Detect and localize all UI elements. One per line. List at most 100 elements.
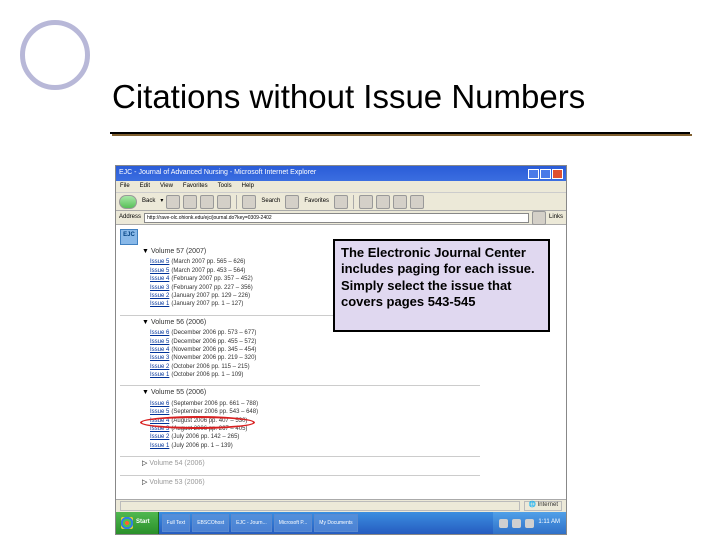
- messenger-button[interactable]: [410, 195, 424, 209]
- taskbar-items: Full Text EBSCOhost EJC - Journ... Micro…: [162, 514, 358, 532]
- menu-favorites[interactable]: Favorites: [183, 183, 208, 190]
- issue-link[interactable]: Issue 3: [150, 355, 169, 361]
- triangle-down-icon: ▼: [142, 248, 149, 255]
- links-label: Links: [549, 214, 563, 221]
- search-icon[interactable]: [242, 195, 256, 209]
- volume-divider: [120, 385, 480, 386]
- decorative-circle: [20, 20, 90, 90]
- issue-link[interactable]: Issue 1: [150, 301, 169, 307]
- forward-button[interactable]: [166, 195, 180, 209]
- issue-link[interactable]: Issue 1: [150, 372, 169, 378]
- status-internet-label: Internet: [538, 502, 558, 509]
- issue-link[interactable]: Issue 3: [150, 285, 169, 291]
- title-rule-shadow: [112, 134, 692, 136]
- home-button[interactable]: [217, 195, 231, 209]
- triangle-right-icon: ▷: [142, 479, 147, 486]
- issue-meta: (December 2006 pp. 573 – 677): [171, 330, 256, 336]
- issue-link[interactable]: Issue 3: [150, 426, 169, 432]
- taskbar-item[interactable]: My Documents: [314, 514, 357, 532]
- issue-meta: (July 2006 pp. 1 – 139): [171, 443, 232, 449]
- tray-icon[interactable]: [525, 519, 534, 528]
- stop-button[interactable]: [183, 195, 197, 209]
- print-button[interactable]: [376, 195, 390, 209]
- system-tray: 1:11 AM: [493, 512, 566, 534]
- issue-meta: (August 2006 pp. 267 – 405): [171, 426, 247, 432]
- issue-link[interactable]: Issue 4: [150, 276, 169, 282]
- slide-title: Citations without Issue Numbers: [112, 78, 585, 116]
- issue-link[interactable]: Issue 5: [150, 339, 169, 345]
- address-bar: Address http://rave-olc.ohionk.edu/ejc/j…: [116, 211, 566, 225]
- issue-meta: (January 2007 pp. 129 – 226): [171, 293, 250, 299]
- tray-icon[interactable]: [512, 519, 521, 528]
- windows-taskbar: Start Full Text EBSCOhost EJC - Journ...…: [116, 512, 566, 534]
- volume-block-54: ▷Volume 54 (2006): [142, 460, 562, 468]
- search-label: Search: [261, 198, 280, 205]
- issue-meta: (October 2006 pp. 115 – 215): [171, 364, 249, 370]
- taskbar-item[interactable]: EBSCOhost: [192, 514, 229, 532]
- issue-link[interactable]: Issue 2: [150, 434, 169, 440]
- history-button[interactable]: [334, 195, 348, 209]
- start-button[interactable]: Start: [116, 512, 159, 534]
- tray-icon[interactable]: [499, 519, 508, 528]
- issue-link[interactable]: Issue 2: [150, 293, 169, 299]
- favorites-icon[interactable]: [285, 195, 299, 209]
- issue-link[interactable]: Issue 6: [150, 401, 169, 407]
- window-buttons: [528, 169, 563, 179]
- issue-link[interactable]: Issue 2: [150, 364, 169, 370]
- browser-titlebar: EJC - Journal of Advanced Nursing - Micr…: [116, 166, 566, 181]
- back-button[interactable]: [119, 195, 137, 209]
- window-title: EJC - Journal of Advanced Nursing - Micr…: [119, 169, 316, 177]
- issue-row: Issue 1(October 2006 pp. 1 – 109): [150, 371, 562, 379]
- issue-link[interactable]: Issue 5: [150, 268, 169, 274]
- issue-row: Issue 3(November 2006 pp. 219 – 320): [150, 354, 562, 362]
- issue-link[interactable]: Issue 5: [150, 409, 169, 415]
- issue-meta: (September 2006 pp. 543 – 648): [171, 409, 258, 415]
- address-input[interactable]: http://rave-olc.ohionk.edu/ejc/journal.d…: [144, 213, 529, 223]
- close-button[interactable]: [552, 169, 563, 179]
- menu-tools[interactable]: Tools: [218, 183, 232, 190]
- issue-row: Issue 4(November 2006 pp. 345 – 454): [150, 346, 562, 354]
- issue-meta: (October 2006 pp. 1 – 109): [171, 372, 243, 378]
- triangle-down-icon: ▼: [142, 319, 149, 326]
- menu-edit[interactable]: Edit: [140, 183, 150, 190]
- volume-label: Volume 55 (2006): [151, 389, 206, 396]
- edit-button[interactable]: [393, 195, 407, 209]
- menu-view[interactable]: View: [160, 183, 173, 190]
- issue-link[interactable]: Issue 5: [150, 259, 169, 265]
- toolbar-separator: [353, 195, 354, 209]
- volume-header[interactable]: ▼Volume 55 (2006): [142, 389, 562, 397]
- volume-label: Volume 53 (2006): [149, 479, 204, 486]
- taskbar-item[interactable]: Microsoft P...: [274, 514, 313, 532]
- ejc-logo: EJC: [120, 229, 138, 245]
- mail-button[interactable]: [359, 195, 373, 209]
- back-menu-icon[interactable]: ▾: [160, 198, 163, 205]
- volume-header[interactable]: ▷Volume 53 (2006): [142, 479, 562, 487]
- address-label: Address: [119, 214, 141, 221]
- volume-divider: [120, 475, 480, 476]
- issue-link[interactable]: Issue 4: [150, 347, 169, 353]
- browser-window: EJC - Journal of Advanced Nursing - Micr…: [115, 165, 567, 535]
- issue-row: Issue 5(December 2006 pp. 455 – 572): [150, 338, 562, 346]
- issue-link[interactable]: Issue 1: [150, 443, 169, 449]
- callout-box: The Electronic Journal Center includes p…: [333, 239, 550, 332]
- taskbar-item[interactable]: EJC - Journ...: [231, 514, 272, 532]
- volume-label: Volume 57 (2007): [151, 248, 206, 255]
- windows-logo-icon: [121, 517, 133, 529]
- issue-link[interactable]: Issue 6: [150, 330, 169, 336]
- minimize-button[interactable]: [528, 169, 539, 179]
- triangle-down-icon: ▼: [142, 389, 149, 396]
- browser-statusbar: 🌐 Internet: [116, 499, 566, 512]
- volume-block-53: ▷Volume 53 (2006): [142, 479, 562, 487]
- maximize-button[interactable]: [540, 169, 551, 179]
- volume-divider: [120, 456, 480, 457]
- refresh-button[interactable]: [200, 195, 214, 209]
- taskbar-item[interactable]: Full Text: [162, 514, 191, 532]
- issue-link[interactable]: Issue 4: [150, 418, 169, 424]
- volume-header[interactable]: ▷Volume 54 (2006): [142, 460, 562, 468]
- menu-file[interactable]: File: [120, 183, 130, 190]
- address-value: http://rave-olc.ohionk.edu/ejc/journal.d…: [147, 215, 272, 221]
- go-button[interactable]: [532, 211, 546, 225]
- volume-label: Volume 56 (2006): [151, 319, 206, 326]
- menu-help[interactable]: Help: [242, 183, 254, 190]
- browser-toolbar: Back ▾ Search Favorites: [116, 193, 566, 211]
